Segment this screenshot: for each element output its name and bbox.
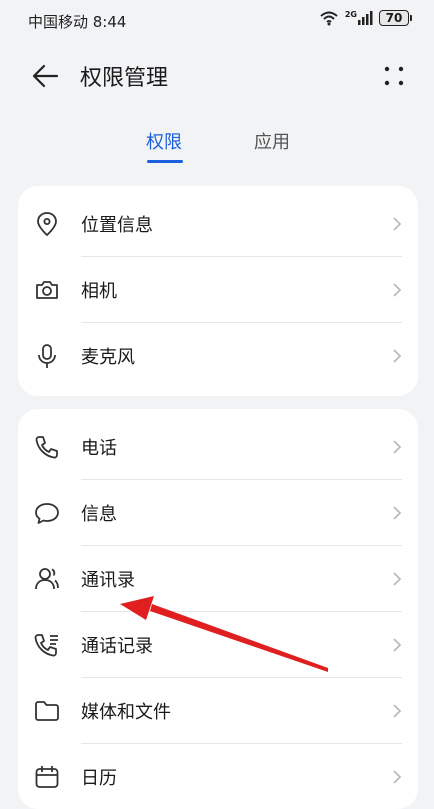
chevron-right-icon — [393, 217, 402, 231]
permission-label: 位置信息 — [81, 215, 153, 236]
permission-label: 相机 — [81, 281, 117, 302]
permission-label: 电话 — [81, 438, 117, 459]
tab-bar: 权限 应用 — [0, 128, 434, 168]
message-icon — [35, 503, 59, 524]
permission-row-phone[interactable]: 电话 — [18, 414, 418, 480]
status-icons: 2G 70 — [319, 10, 412, 26]
chevron-right-icon — [393, 572, 402, 586]
permission-row-microphone[interactable]: 麦克风 — [18, 323, 418, 389]
more-dots-icon — [384, 66, 404, 86]
network-type-label: 2G — [344, 9, 357, 19]
back-button[interactable] — [30, 62, 62, 90]
more-button[interactable] — [382, 64, 406, 88]
contacts-icon — [35, 568, 59, 590]
chevron-right-icon — [393, 770, 402, 784]
chevron-right-icon — [393, 638, 402, 652]
page-title: 权限管理 — [80, 66, 169, 91]
microphone-icon — [38, 344, 56, 368]
permission-label: 麦克风 — [81, 347, 135, 368]
signal-icon — [358, 11, 373, 25]
calendar-icon — [35, 766, 59, 788]
active-tab-indicator — [147, 160, 183, 163]
permission-label: 媒体和文件 — [81, 702, 171, 723]
carrier-time: 中国移动 8:44 — [28, 13, 127, 31]
tab-apps[interactable]: 应用 — [254, 128, 290, 154]
permission-label: 通话记录 — [81, 636, 153, 657]
wifi-icon — [320, 11, 338, 26]
permission-group-2: 电话 信息 通讯录 通话记录 媒体和文件 日历 — [18, 409, 418, 809]
permission-row-calendar[interactable]: 日历 — [18, 744, 418, 809]
permission-row-camera[interactable]: 相机 — [18, 257, 418, 323]
permission-label: 通讯录 — [81, 570, 135, 591]
call-log-icon — [34, 634, 58, 657]
permission-row-call-log[interactable]: 通话记录 — [18, 612, 418, 678]
battery-indicator: 70 — [379, 10, 409, 26]
permission-row-contacts[interactable]: 通讯录 — [18, 546, 418, 612]
chevron-right-icon — [393, 440, 402, 454]
folder-icon — [35, 701, 59, 721]
chevron-right-icon — [393, 506, 402, 520]
header-bar: 权限管理 — [0, 52, 434, 100]
battery-tip — [410, 15, 412, 21]
permission-row-location[interactable]: 位置信息 — [18, 191, 418, 257]
chevron-right-icon — [393, 283, 402, 297]
permission-label: 信息 — [81, 504, 117, 525]
phone-icon — [35, 436, 58, 459]
chevron-right-icon — [393, 349, 402, 363]
status-bar: 中国移动 8:44 2G 70 — [0, 0, 434, 42]
location-pin-icon — [37, 212, 57, 237]
arrow-left-icon — [32, 64, 59, 88]
permission-row-messages[interactable]: 信息 — [18, 480, 418, 546]
camera-icon — [36, 281, 58, 299]
permission-group-1: 位置信息 相机 麦克风 — [18, 186, 418, 396]
permission-row-media-files[interactable]: 媒体和文件 — [18, 678, 418, 744]
permission-label: 日历 — [81, 768, 117, 789]
chevron-right-icon — [393, 704, 402, 718]
tab-permissions[interactable]: 权限 — [146, 128, 182, 154]
